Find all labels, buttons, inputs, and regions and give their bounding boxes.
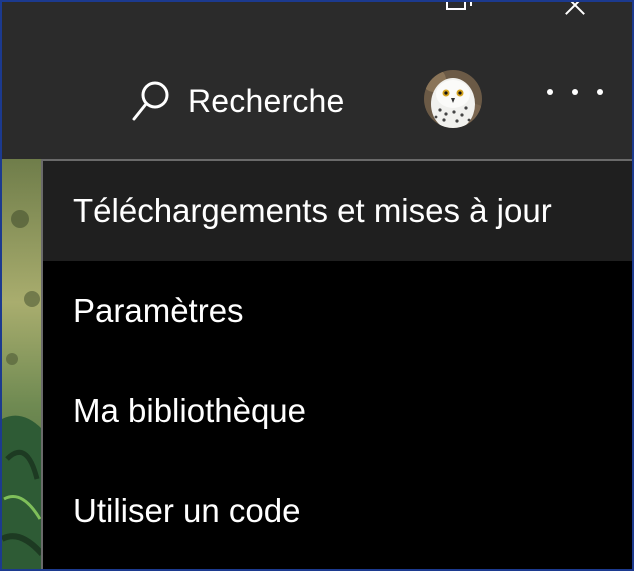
search-button[interactable]: Recherche — [130, 76, 345, 126]
menu-item-my-library[interactable]: Ma bibliothèque — [43, 361, 632, 461]
app-window: Recherche Téléchargements et mises à jou… — [0, 0, 634, 571]
background-art — [2, 159, 42, 569]
avatar[interactable] — [424, 70, 482, 128]
menu-item-settings[interactable]: Paramètres — [43, 261, 632, 361]
search-icon — [132, 81, 169, 121]
more-options-button[interactable] — [547, 80, 603, 104]
more-dot — [572, 89, 578, 95]
menu-item-redeem-code[interactable]: Utiliser un code — [43, 461, 632, 561]
menu-item-downloads-updates[interactable]: Téléchargements et mises à jour — [43, 161, 632, 261]
more-dot — [597, 89, 603, 95]
close-window-icon[interactable] — [562, 2, 588, 14]
header-bar: Recherche — [2, 2, 632, 159]
restore-window-icon[interactable] — [446, 2, 472, 10]
more-dot — [547, 89, 553, 95]
overflow-menu: Téléchargements et mises à jour Paramètr… — [41, 159, 632, 569]
search-label: Recherche — [188, 82, 345, 119]
snowy-owl-avatar — [424, 70, 482, 128]
